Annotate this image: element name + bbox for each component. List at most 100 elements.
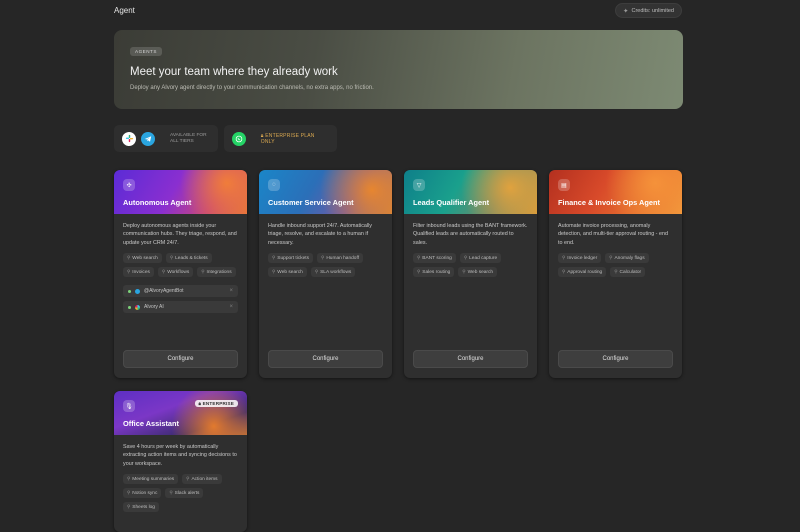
tool-icon: ⚲ <box>161 269 166 275</box>
all-tiers-label: AVAILABLE FOR ALL TIERS <box>170 132 207 144</box>
tool-icon: ⚲ <box>169 490 173 496</box>
tag: ⚲ Leads & tickets <box>165 253 212 264</box>
agent-card-leads-qualifier: ▽ Leads Qualifier Agent Filter inbound l… <box>404 170 537 378</box>
tool-icon: ⚲ <box>127 476 131 482</box>
enterprise-badge: 🔒︎ ENTERPRISE <box>194 400 238 407</box>
telegram-icon <box>141 131 155 146</box>
tag: ⚲ Meeting summaries <box>123 474 179 485</box>
tool-icon: ⚲ <box>417 255 421 261</box>
tag: ⚲ Action items <box>182 474 222 485</box>
tag: ⚲ Web search <box>123 253 162 264</box>
availability-enterprise: 🔒︎ ENTERPRISE PLAN ONLY <box>224 125 337 152</box>
tag: ⚲ Human handoff <box>317 253 364 264</box>
tag: ⚲ BANT scoring <box>413 253 456 264</box>
network-icon: ✣ <box>123 179 135 191</box>
tool-icon: ⚲ <box>463 255 468 261</box>
card-description: Filter inbound leads using the BANT fram… <box>413 223 528 246</box>
tag: ⚲ Slack alerts <box>165 488 204 499</box>
enterprise-only-label: 🔒︎ ENTERPRISE PLAN ONLY <box>260 132 315 145</box>
tool-icon: ⚲ <box>186 476 190 482</box>
tag: ⚲ Workflows <box>157 267 194 278</box>
tool-icon: ⚲ <box>417 269 421 275</box>
tool-icon: ⚲ <box>272 269 276 275</box>
card-title: Finance & Invoice Ops Agent <box>558 198 660 207</box>
slack-icon <box>135 304 140 310</box>
tag: ⚲ Web search <box>268 267 307 278</box>
card-title: Customer Service Agent <box>268 198 354 207</box>
tag: ⚲ Anomaly flags <box>605 253 649 264</box>
filter-icon: ▽ <box>413 179 425 191</box>
configure-button[interactable]: Configure <box>268 350 383 368</box>
connected-bot-telegram[interactable]: @AlvoryAgentBot × <box>123 285 238 298</box>
agent-card-customer-service: ◌ Customer Service Agent Handle inbound … <box>259 170 392 378</box>
close-icon[interactable]: × <box>229 288 233 294</box>
tool-icon: ⚲ <box>127 255 131 261</box>
whatsapp-icon <box>232 131 246 146</box>
tool-icon: ⚲ <box>609 255 613 261</box>
tool-icon: ⚲ <box>321 255 325 261</box>
tag: ⚲ Sales routing <box>413 267 455 278</box>
slack-icon <box>122 131 136 146</box>
tag-list: ⚲ BANT scoring ⚲ Lead capture ⚲ Sales routi… <box>404 247 537 278</box>
configure-button[interactable]: Configure <box>123 350 238 368</box>
telegram-icon <box>135 288 140 294</box>
tag: ⚲ Calculator <box>610 267 646 278</box>
card-title: Autonomous Agent <box>123 198 192 207</box>
card-title: Office Assistant <box>123 419 179 428</box>
tag: ⚲ Invoices <box>123 267 154 278</box>
card-header: ▽ Leads Qualifier Agent <box>404 170 537 214</box>
configure-button[interactable]: Configure <box>558 350 673 368</box>
tag-list: ⚲ Support tickets ⚲ Human handoff ⚲ Web sea… <box>259 247 392 278</box>
tool-icon: ⚲ <box>201 269 205 275</box>
tool-icon: ⚲ <box>127 504 131 510</box>
tool-icon: ⚲ <box>462 269 466 275</box>
tag: ⚲ Web search <box>458 267 498 278</box>
tag: ⚲ Support tickets <box>268 253 314 264</box>
card-description: Save 4 hours per week by automatically e… <box>123 444 237 467</box>
tool-icon: ⚲ <box>127 269 131 275</box>
configure-button[interactable]: Configure <box>413 350 528 368</box>
card-header: ▤ Finance & Invoice Ops Agent <box>549 170 682 214</box>
document-icon: ▤ <box>558 179 570 191</box>
tag: ⚲ Sheets log <box>123 502 159 513</box>
availability-all-tiers: AVAILABLE FOR ALL TIERS <box>114 125 218 152</box>
credits-badge[interactable]: ✦ Credits: unlimited <box>615 3 682 18</box>
tag: ⚲ Approval routing <box>558 267 607 278</box>
card-description: Deploy autonomous agents inside your com… <box>123 223 237 246</box>
lock-icon: 🔒︎ <box>198 401 202 406</box>
card-header: ✣ Autonomous Agent <box>114 170 247 214</box>
status-dot <box>128 289 131 293</box>
agent-card-office-assistant: 🎙︎ 🔒︎ ENTERPRISE Office Assistant Save 4… <box>114 391 247 532</box>
tag: ⚲ SLA workflows <box>310 267 356 278</box>
card-description: Handle inbound support 24/7. Automatical… <box>268 223 372 246</box>
tool-icon: ⚲ <box>562 269 566 275</box>
connected-bot-slack[interactable]: Alvory AI × <box>123 301 238 314</box>
hero-badge: AGENTS <box>130 47 162 56</box>
card-description: Automate invoice processing, anomaly det… <box>558 223 668 246</box>
sparkle-icon: ✦ <box>623 7 629 15</box>
tool-icon: ⚲ <box>127 490 131 496</box>
agent-card-finance: ▤ Finance & Invoice Ops Agent Automate i… <box>549 170 682 378</box>
close-icon[interactable]: × <box>229 304 233 310</box>
page-title: Agent <box>114 6 135 15</box>
status-dot <box>128 305 131 309</box>
tag: ⚲ Invoice ledger <box>558 253 602 264</box>
credits-label: Credits: unlimited <box>631 7 675 14</box>
microphone-icon: 🎙︎ <box>123 400 135 412</box>
hero-subtitle: Deploy any Alvory agent directly to your… <box>130 85 374 91</box>
tag: ⚲ Integrations <box>197 267 236 278</box>
hero-banner: AGENTS Meet your team where they already… <box>114 30 683 109</box>
chat-bubble-icon: ◌ <box>268 179 280 191</box>
tag: ⚲ Notion sync <box>123 488 162 499</box>
tag-list: ⚲ Meeting summaries ⚲ Action items ⚲ Notion… <box>114 468 247 513</box>
agent-card-autonomous: ✣ Autonomous Agent Deploy autonomous age… <box>114 170 247 378</box>
tool-icon: ⚲ <box>314 269 319 275</box>
tool-icon: ⚲ <box>169 255 174 261</box>
card-title: Leads Qualifier Agent <box>413 198 490 207</box>
tool-icon: ⚲ <box>614 269 618 275</box>
card-header: 🎙︎ 🔒︎ ENTERPRISE Office Assistant <box>114 391 247 435</box>
tool-icon: ⚲ <box>272 255 276 261</box>
tag-list: ⚲ Invoice ledger ⚲ Anomaly flags ⚲ Approval… <box>549 247 682 278</box>
tag: ⚲ Lead capture <box>459 253 502 264</box>
hero-title: Meet your team where they already work <box>130 66 338 78</box>
